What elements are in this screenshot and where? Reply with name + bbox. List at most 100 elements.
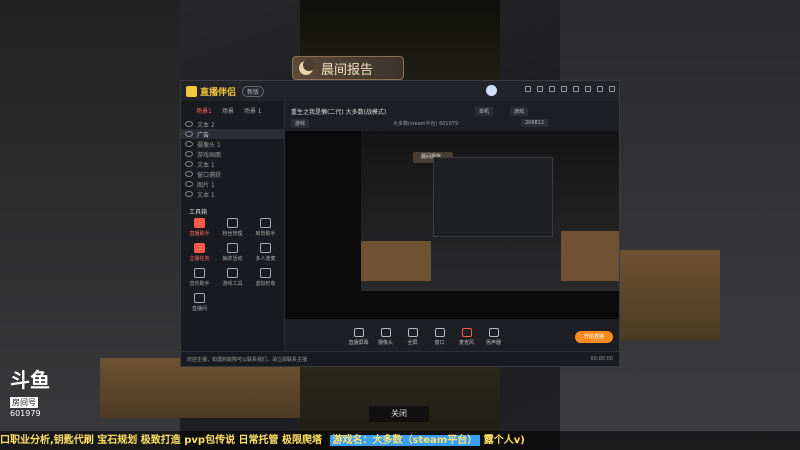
tool-item[interactable]: 抽奖活动: [216, 243, 249, 262]
eye-icon[interactable]: [185, 141, 193, 147]
nested-app-window: [433, 157, 553, 237]
eye-icon[interactable]: [185, 191, 193, 197]
message-icon[interactable]: [549, 86, 555, 92]
brand-logo: 斗鱼: [10, 368, 50, 392]
eye-icon[interactable]: [185, 161, 193, 167]
scene-tabs: 场景1 场景 场景 1: [181, 101, 284, 115]
stream-category[interactable]: 游戏: [510, 107, 529, 116]
preview-area: 晨间报告 关闭: [285, 131, 619, 319]
left-panel: 场景1 场景 场景 1 文本 2 广告 摄像头 1 游戏画面 文本 1 窗口捕获…: [181, 101, 285, 366]
mic-icon: [461, 328, 472, 337]
window-controls: [525, 86, 615, 92]
toolbox-title: 工具箱: [189, 209, 208, 216]
tool-item[interactable]: 房管助手: [249, 218, 282, 237]
eye-icon[interactable]: [185, 151, 193, 157]
tab-scene-1[interactable]: 场景1: [196, 106, 212, 115]
window-icon: [434, 328, 445, 337]
nested-preview: 晨间报告 关闭: [361, 131, 619, 291]
tool-item[interactable]: 直播间: [183, 293, 216, 312]
game-name: 游戏名：大多数（steam平台）: [329, 435, 481, 446]
app-name: 直播伴侣: [200, 87, 237, 98]
speaker-icon: [488, 328, 499, 337]
morning-report-badge: 晨间报告: [292, 56, 404, 80]
source-item[interactable]: 窗口捕获: [181, 169, 284, 179]
status-message: 欢迎主播，如遇到故障可以联系我们，请立即联系主播: [187, 357, 308, 363]
report-title: 晨间报告: [321, 62, 374, 78]
headset-icon[interactable]: [525, 86, 531, 92]
settings-icon[interactable]: [573, 86, 579, 92]
screen-icon: [353, 328, 364, 337]
source-item[interactable]: 游戏画面: [181, 149, 284, 159]
room-label: 房间号: [10, 397, 38, 408]
ticker-text: 口职业分析,钥匙代刷 宝石规划 极致打造 pvp包传说 日常托管 极限爬塔: [0, 435, 323, 446]
close-button[interactable]: 关闭: [369, 406, 429, 422]
camera-icon: [380, 328, 391, 337]
room-icon: [194, 293, 205, 303]
lottery-icon: [227, 243, 238, 253]
tool-item[interactable]: 多人连麦: [249, 243, 282, 262]
tool-item[interactable]: 虚拟形象: [249, 268, 282, 287]
tool-fullscreen[interactable]: 全屏: [399, 328, 426, 346]
moon-icon: [299, 59, 315, 75]
tool-mic[interactable]: 麦克风: [453, 328, 480, 346]
stream-tag[interactable]: 单机: [475, 107, 494, 116]
logo-icon: [186, 85, 197, 97]
eye-icon[interactable]: [185, 181, 193, 187]
ticker-tail: 露个人v): [483, 435, 525, 446]
fans-icon: [227, 218, 238, 228]
music-icon: [194, 268, 205, 278]
source-item[interactable]: 广告: [181, 129, 284, 139]
status-time: 00:00:00: [590, 356, 613, 362]
task-icon: [194, 243, 205, 253]
stream-subline: 大多数(steam平台) 601979: [393, 121, 459, 127]
eye-icon[interactable]: [185, 171, 193, 177]
tool-camera[interactable]: 摄像头: [372, 328, 399, 346]
multi-mic-icon: [260, 243, 271, 253]
game-tool-icon: [227, 268, 238, 278]
source-item[interactable]: 摄像头 1: [181, 139, 284, 149]
stream-title[interactable]: 重生之我是懒(二代) 大多数(战模式): [291, 107, 386, 116]
source-item[interactable]: 图片 1: [181, 179, 284, 189]
tool-item[interactable]: 粉丝管理: [216, 218, 249, 237]
live-assist-icon: [194, 218, 205, 228]
notify-icon[interactable]: [561, 86, 567, 92]
eye-icon[interactable]: [185, 131, 193, 137]
ticker-bar: 口职业分析,钥匙代刷 宝石规划 极致打造 pvp包传说 日常托管 极限爬塔 游戏…: [0, 431, 800, 450]
admin-icon: [260, 218, 271, 228]
viewer-count: 206812: [521, 119, 549, 127]
tab-scene-3[interactable]: 场景 1: [244, 106, 262, 115]
left-crate: [100, 358, 300, 418]
bottom-toolbar: 直播屏幕 摄像头 全屏 窗口 麦克风 扬声器 开始直播: [285, 319, 619, 355]
tool-item[interactable]: 主播任务: [183, 243, 216, 262]
source-item[interactable]: 文本 1: [181, 189, 284, 199]
version-badge[interactable]: 新版: [242, 85, 265, 97]
source-item[interactable]: 文本 1: [181, 159, 284, 169]
status-bar: 欢迎主播，如遇到故障可以联系我们，请立即联系主播 00:00:00: [181, 351, 619, 366]
tool-speaker[interactable]: 扬声器: [480, 328, 507, 346]
close-icon[interactable]: [609, 86, 615, 92]
toolbox-grid: 直播助手 粉丝管理 房管助手 主播任务 抽奖活动 多人连麦 音乐助手 游戏工具 …: [181, 218, 284, 312]
source-item[interactable]: 文本 2: [181, 119, 284, 129]
stream-info: 重生之我是懒(二代) 大多数(战模式) 单机 游戏 游戏 大多数(steam平台…: [285, 101, 619, 131]
room-number: 601979: [10, 409, 41, 418]
tool-item[interactable]: 游戏工具: [216, 268, 249, 287]
tool-screen[interactable]: 直播屏幕: [345, 328, 372, 346]
avatar[interactable]: [486, 85, 497, 96]
tool-window[interactable]: 窗口: [426, 328, 453, 346]
avatar-icon: [260, 268, 271, 278]
tool-item[interactable]: 音乐助手: [183, 268, 216, 287]
maximize-icon[interactable]: [597, 86, 603, 92]
title-bar: 直播伴侣 新版: [181, 81, 619, 101]
minimize-icon[interactable]: [585, 86, 591, 92]
streaming-app-window: 直播伴侣 新版 场景1 场景 场景 1 文本 2 广告 摄像头 1 游戏画面 文…: [180, 80, 620, 367]
inner-crate: [361, 241, 431, 281]
tool-item[interactable]: 直播助手: [183, 218, 216, 237]
douyu-watermark: 斗鱼 房间号 601979: [10, 370, 70, 418]
go-live-button[interactable]: 开始直播: [575, 331, 613, 343]
game-pill[interactable]: 游戏: [291, 119, 310, 128]
app-logo: 直播伴侣: [186, 85, 236, 98]
eye-icon[interactable]: [185, 121, 193, 127]
tab-scene-2[interactable]: 场景: [222, 106, 234, 115]
fullscreen-icon: [407, 328, 418, 337]
skin-icon[interactable]: [537, 86, 543, 92]
